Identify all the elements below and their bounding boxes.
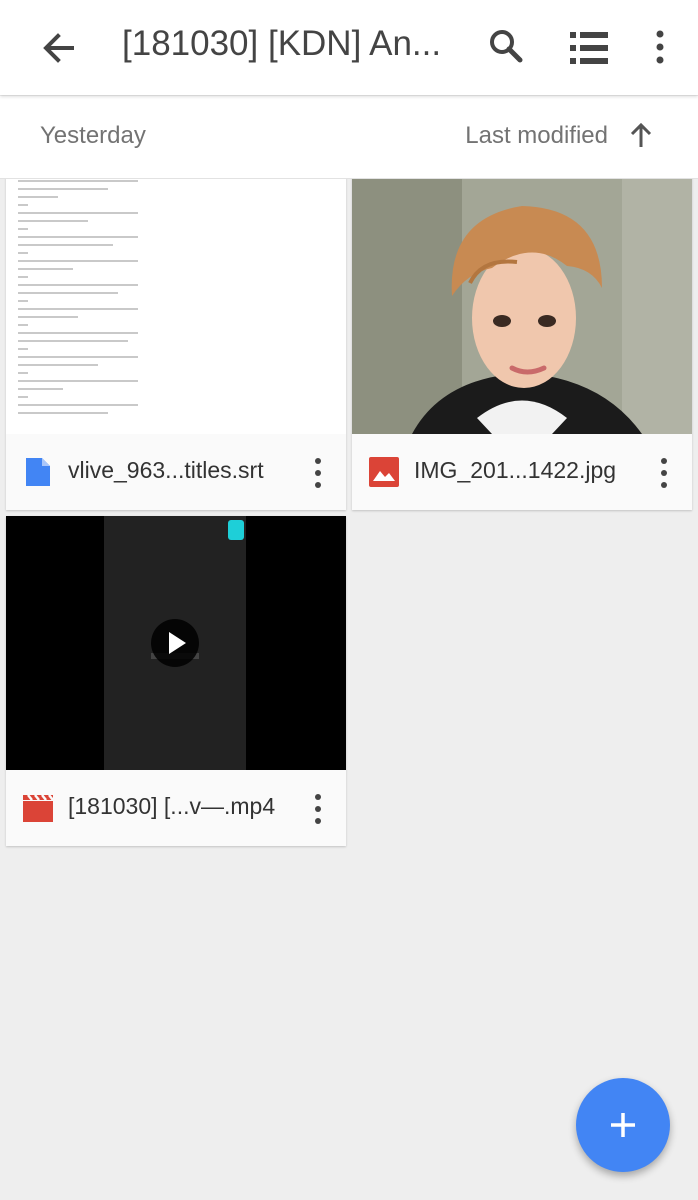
subtitle-preview-thumbnail [6,178,346,434]
more-vert-icon[interactable] [306,792,330,826]
image-icon [368,456,400,488]
portrait-photo-image [352,178,692,434]
plus-icon [611,1113,635,1137]
search-icon[interactable] [486,26,528,68]
file-card-footer: [181030] [...v—.mp4 [6,770,346,846]
play-icon[interactable] [151,619,199,667]
more-vert-icon[interactable] [306,456,330,490]
file-name: vlive_963...titles.srt [68,457,264,483]
back-arrow-icon[interactable] [38,28,82,68]
app-bar: [181030] [KDN] An... [0,0,698,95]
file-card-footer: IMG_201...1422.jpg [352,434,692,510]
file-card-mp4[interactable]: [181030] [...v—.mp4 [6,516,346,846]
section-header: Yesterday [40,122,146,149]
more-vert-icon[interactable] [648,26,672,68]
video-icon [22,792,54,824]
document-icon [22,456,54,488]
more-vert-icon[interactable] [652,456,676,490]
file-name: [181030] [...v—.mp4 [68,793,276,819]
video-thumbnail [6,516,346,770]
file-card-footer: vlive_963...titles.srt [6,434,346,510]
add-button[interactable] [576,1078,670,1172]
subtitle-text-lines [18,180,148,420]
sort-bar: Yesterday Last modified [0,96,698,179]
photo-thumbnail [352,178,692,434]
page-title: [181030] [KDN] An... [122,24,442,63]
file-name: IMG_201...1422.jpg [414,457,617,483]
list-view-icon[interactable] [568,28,610,68]
file-card-srt[interactable]: vlive_963...titles.srt [6,160,346,510]
vlive-logo-icon [228,520,244,540]
sort-button[interactable]: Last modified [465,122,608,150]
sort-direction-arrow-icon[interactable] [626,120,656,150]
file-card-jpg[interactable]: IMG_201...1422.jpg [352,160,692,510]
